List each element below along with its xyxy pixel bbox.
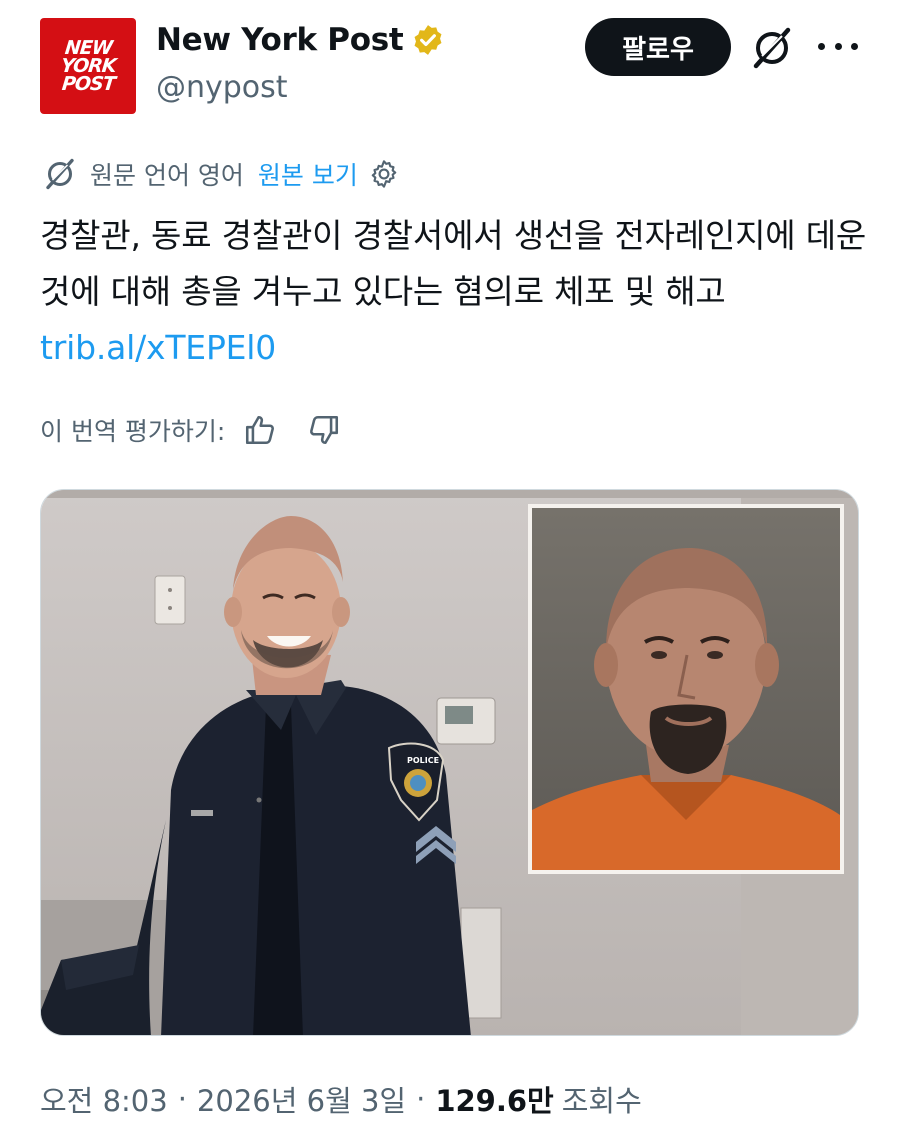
meta-separator: · <box>177 1082 187 1116</box>
tweet-media[interactable]: POLICE <box>40 489 859 1036</box>
account-handle[interactable]: @nypost <box>156 70 288 105</box>
tweet-meta: 오전 8:03 · 2026년 6월 3일 · 129.6만 조회수 <box>40 1078 642 1120</box>
views-count: 129.6만 <box>435 1084 554 1118</box>
more-dot <box>851 42 858 50</box>
grok-icon[interactable] <box>748 24 796 72</box>
tweet-time[interactable]: 오전 8:03 <box>40 1078 168 1120</box>
media-image: POLICE <box>41 490 858 1035</box>
follow-button[interactable]: 팔로우 <box>585 18 731 76</box>
badge-text: POLICE <box>407 756 439 765</box>
rate-translation-row: 이 번역 평가하기: <box>40 412 341 448</box>
display-name[interactable]: New York Post <box>156 22 404 58</box>
translation-row: 원문 언어 영어 원본 보기 <box>42 156 400 192</box>
tweet-body: 경찰관, 동료 경찰관이 경찰서에서 생선을 전자레인지에 데운 것에 대해 총… <box>40 216 867 311</box>
tweet-link[interactable]: trib.al/xTEPEl0 <box>40 328 276 367</box>
tweet-date[interactable]: 2026년 6월 3일 <box>197 1078 406 1120</box>
more-dot <box>834 42 842 50</box>
more-options-icon[interactable] <box>818 34 858 58</box>
thumbs-down-icon[interactable] <box>307 413 341 447</box>
meta-separator: · <box>416 1082 426 1116</box>
gear-icon[interactable] <box>368 158 400 190</box>
views-label: 조회수 <box>561 1084 642 1118</box>
nypost-logo-avatar[interactable]: NEW YORK POST <box>40 18 136 114</box>
tweet-text: 경찰관, 동료 경찰관이 경찰서에서 생선을 전자레인지에 데운 것에 대해 총… <box>40 208 870 376</box>
view-original-link[interactable]: 원본 보기 <box>258 156 358 192</box>
grok-translate-icon <box>46 158 74 190</box>
more-dot <box>818 42 825 50</box>
account-name-row: New York Post <box>156 22 445 58</box>
verified-badge-icon <box>414 25 442 55</box>
logo-line-3: POST <box>60 73 116 95</box>
rate-translation-label: 이 번역 평가하기: <box>40 417 226 446</box>
source-language-label: 원문 언어 영어 <box>90 161 244 190</box>
thumbs-up-icon[interactable] <box>243 413 277 447</box>
